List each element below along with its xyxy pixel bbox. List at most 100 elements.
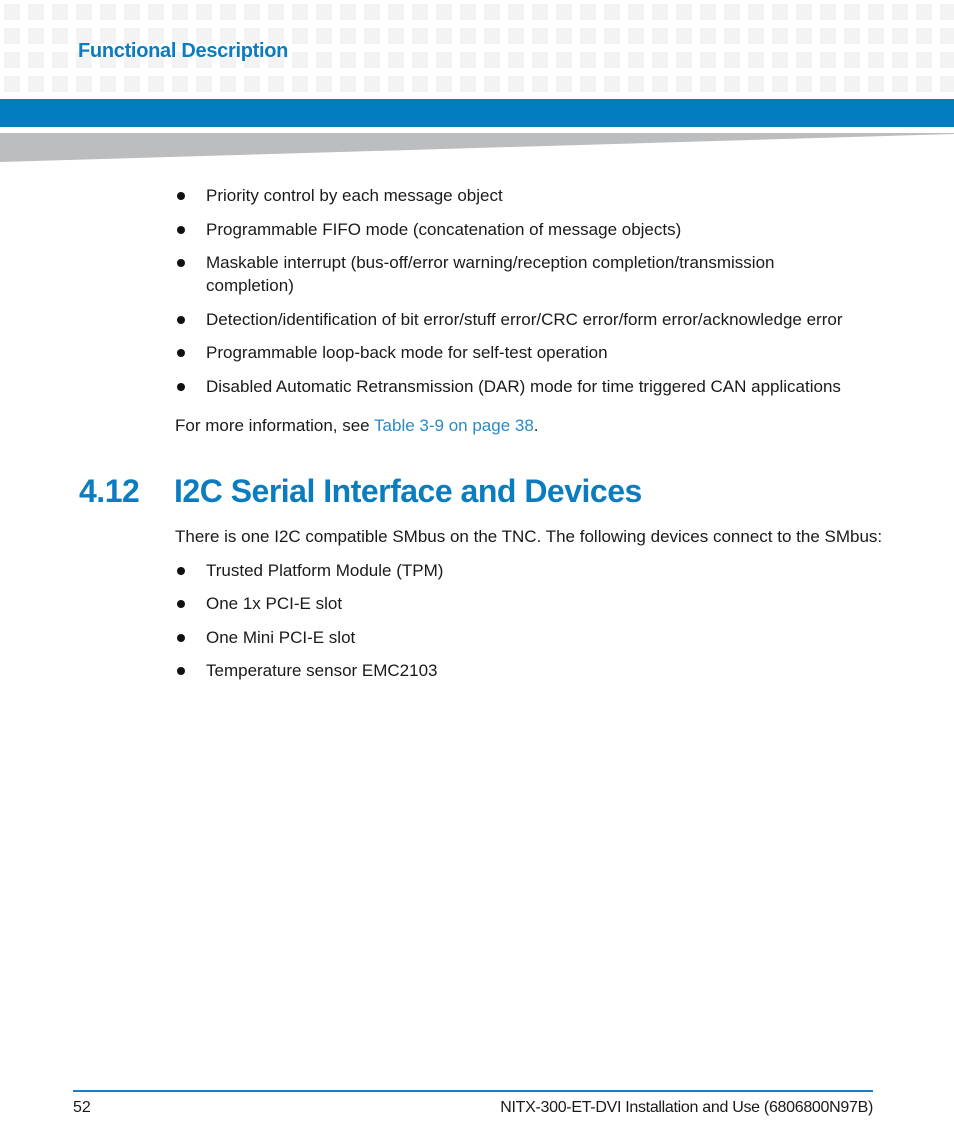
pattern-square — [652, 52, 668, 68]
pattern-square — [124, 4, 140, 20]
pattern-square — [556, 4, 572, 20]
pattern-square — [340, 52, 356, 68]
pattern-square — [772, 52, 788, 68]
section-number: 4.12 — [79, 473, 140, 509]
pattern-square — [940, 52, 954, 68]
pattern-square — [916, 76, 932, 92]
pattern-square — [292, 28, 308, 44]
pattern-square — [532, 4, 548, 20]
pattern-square — [652, 4, 668, 20]
pattern-square — [868, 76, 884, 92]
pattern-square — [604, 4, 620, 20]
pattern-square — [532, 76, 548, 92]
pattern-square — [580, 28, 596, 44]
footer-divider — [73, 1090, 873, 1092]
pattern-square — [796, 76, 812, 92]
pattern-square — [700, 52, 716, 68]
bullet-icon — [177, 259, 185, 267]
pattern-square — [532, 52, 548, 68]
header-gray-wedge — [0, 133, 954, 162]
pattern-square — [676, 76, 692, 92]
header-accent-bar — [0, 99, 954, 127]
pattern-square — [820, 52, 836, 68]
pattern-square — [76, 76, 92, 92]
pattern-square — [820, 4, 836, 20]
pattern-square — [556, 52, 572, 68]
bullet-icon — [177, 316, 185, 324]
pattern-square — [820, 76, 836, 92]
pattern-square — [364, 52, 380, 68]
pattern-square — [796, 4, 812, 20]
pattern-square — [580, 52, 596, 68]
pattern-square — [412, 4, 428, 20]
pattern-square — [484, 52, 500, 68]
pattern-square — [388, 4, 404, 20]
pattern-square — [316, 76, 332, 92]
pattern-square — [412, 52, 428, 68]
pattern-square — [388, 52, 404, 68]
pattern-square — [124, 76, 140, 92]
pattern-square — [940, 28, 954, 44]
pattern-square — [748, 4, 764, 20]
bullet-icon — [177, 600, 185, 608]
pattern-square — [508, 52, 524, 68]
pattern-square — [844, 76, 860, 92]
pattern-square — [508, 28, 524, 44]
pattern-square — [436, 52, 452, 68]
pattern-square — [892, 76, 908, 92]
pattern-square — [748, 52, 764, 68]
table-reference-link[interactable]: Table 3-9 on page 38 — [374, 416, 534, 435]
bullet-icon — [177, 226, 185, 234]
pattern-square — [676, 52, 692, 68]
pattern-square — [508, 76, 524, 92]
chapter-title: Functional Description — [78, 40, 289, 62]
pattern-square — [28, 4, 44, 20]
pattern-square — [148, 4, 164, 20]
pattern-square — [364, 28, 380, 44]
pattern-square — [292, 76, 308, 92]
pattern-square — [868, 4, 884, 20]
pattern-square — [652, 28, 668, 44]
pattern-square — [700, 28, 716, 44]
pattern-square — [916, 4, 932, 20]
pattern-square — [28, 28, 44, 44]
page-number: 52 — [73, 1099, 91, 1116]
pattern-square — [892, 52, 908, 68]
pattern-square — [28, 76, 44, 92]
pattern-square — [556, 28, 572, 44]
pattern-square — [268, 4, 284, 20]
pattern-square — [940, 4, 954, 20]
pattern-square — [4, 28, 20, 44]
pattern-square — [364, 76, 380, 92]
pattern-square — [508, 4, 524, 20]
pattern-square — [196, 76, 212, 92]
pattern-square — [28, 52, 44, 68]
pattern-square — [628, 52, 644, 68]
pattern-square — [412, 76, 428, 92]
pattern-square — [460, 4, 476, 20]
pattern-square — [916, 28, 932, 44]
pattern-square — [4, 76, 20, 92]
pattern-square — [772, 4, 788, 20]
more-info-paragraph: For more information, see Table 3-9 on p… — [175, 416, 539, 435]
section-heading: 4.12 I2C Serial Interface and Devices — [79, 473, 642, 510]
pattern-square — [724, 76, 740, 92]
pattern-square — [484, 28, 500, 44]
pattern-square — [604, 28, 620, 44]
pattern-square — [676, 28, 692, 44]
pattern-square — [700, 76, 716, 92]
pattern-square — [748, 76, 764, 92]
pattern-square — [460, 76, 476, 92]
pattern-square — [76, 4, 92, 20]
pattern-square — [460, 52, 476, 68]
pattern-square — [52, 28, 68, 44]
pattern-square — [604, 52, 620, 68]
pattern-square — [532, 28, 548, 44]
pattern-square — [700, 4, 716, 20]
document-title: NITX-300-ET-DVI Installation and Use (68… — [500, 1099, 873, 1116]
pattern-square — [316, 28, 332, 44]
bullet-icon — [177, 567, 185, 575]
pattern-square — [940, 76, 954, 92]
pattern-square — [604, 76, 620, 92]
pattern-square — [4, 4, 20, 20]
